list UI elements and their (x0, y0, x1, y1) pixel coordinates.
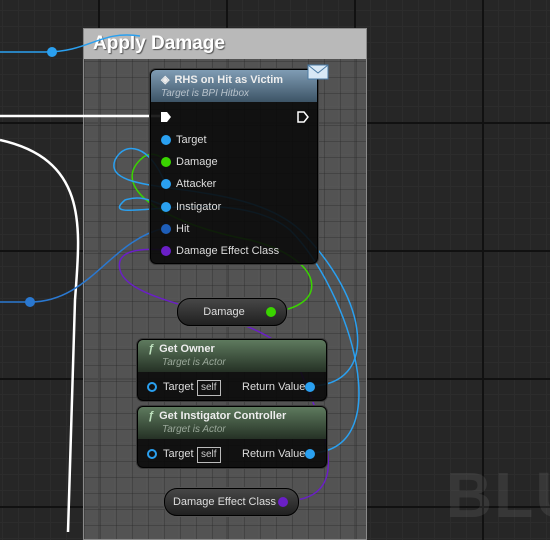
function-icon: ƒ (148, 343, 155, 355)
event-node-rhs-on-hit[interactable]: ◈ RHS on Hit as Victim Target is BPI Hitb… (150, 64, 329, 264)
get-owner-title: Get Owner (159, 343, 215, 355)
pin-row-damage[interactable]: Damage (151, 153, 317, 171)
pin-row-damage-effect-class[interactable]: Damage Effect Class (151, 242, 317, 260)
pin-row-hit[interactable]: Hit (151, 220, 317, 238)
damage-effect-class-variable-node[interactable]: Damage Effect Class (164, 488, 299, 516)
damage-pin[interactable] (161, 157, 171, 167)
reroute-node-top (47, 47, 57, 57)
get-instigator-controller-subtitle: Target is Actor (162, 424, 226, 435)
event-icon: ◈ (161, 74, 170, 86)
damage-effect-class-pin[interactable] (161, 246, 171, 256)
event-node-title: RHS on Hit as Victim (174, 74, 284, 86)
target-pin[interactable] (161, 135, 171, 145)
get-instigator-controller-return-label: Return Value (242, 448, 306, 460)
get-instigator-controller-header[interactable]: ƒ Get Instigator Controller Target is Act… (138, 407, 326, 439)
get-instigator-controller-node[interactable]: ƒ Get Instigator Controller Target is Act… (137, 406, 327, 468)
get-instigator-controller-self-box[interactable]: self (197, 447, 221, 463)
get-owner-return-label: Return Value (242, 381, 306, 393)
get-owner-node[interactable]: ƒ Get Owner Target is Actor Target self R… (137, 339, 327, 401)
event-node-subtitle: Target is BPI Hitbox (161, 88, 250, 99)
damage-effect-class-variable-label: Damage Effect Class (172, 496, 277, 508)
pin-row-target[interactable]: Target (151, 131, 317, 149)
instigator-pin[interactable] (161, 202, 171, 212)
get-owner-header[interactable]: ƒ Get Owner Target is Actor (138, 340, 326, 372)
event-node-header[interactable]: ◈ RHS on Hit as Victim Target is BPI Hitb… (151, 64, 329, 102)
pin-label-instigator: Instigator (176, 201, 222, 213)
get-owner-target-label: Target (163, 381, 194, 393)
object-wire-left (0, 227, 166, 303)
damage-effect-class-variable-out-pin[interactable] (278, 497, 288, 507)
get-owner-return-pin[interactable] (305, 382, 315, 392)
damage-variable-out-pin[interactable] (266, 307, 276, 317)
damage-variable-node[interactable]: Damage (177, 298, 287, 326)
function-icon: ƒ (148, 410, 155, 422)
exec-in-pin[interactable] (160, 111, 172, 123)
exec-loop-wire (0, 138, 80, 532)
get-instigator-controller-target-pin[interactable] (147, 449, 157, 459)
get-instigator-controller-title: Get Instigator Controller (159, 410, 287, 422)
pin-label-target: Target (176, 134, 207, 146)
pin-row-instigator[interactable]: Instigator (151, 198, 317, 216)
damage-variable-label: Damage (203, 306, 245, 318)
pin-label-damage-effect-class: Damage Effect Class (176, 245, 280, 257)
pin-label-attacker: Attacker (176, 178, 217, 190)
attacker-pin[interactable] (161, 179, 171, 189)
get-instigator-controller-target-label: Target (163, 448, 194, 460)
get-instigator-controller-return-pin[interactable] (305, 449, 315, 459)
message-envelope-icon (307, 64, 329, 80)
pin-label-damage: Damage (176, 156, 218, 168)
exec-out-pin[interactable] (297, 111, 309, 123)
pin-label-hit: Hit (176, 223, 190, 235)
get-owner-subtitle: Target is Actor (162, 357, 226, 368)
pin-row-attacker[interactable]: Attacker (151, 175, 317, 193)
get-owner-self-box[interactable]: self (197, 380, 221, 396)
reroute-node (25, 297, 35, 307)
get-owner-target-pin[interactable] (147, 382, 157, 392)
hit-pin[interactable] (161, 224, 171, 234)
object-wire-top (0, 34, 141, 53)
